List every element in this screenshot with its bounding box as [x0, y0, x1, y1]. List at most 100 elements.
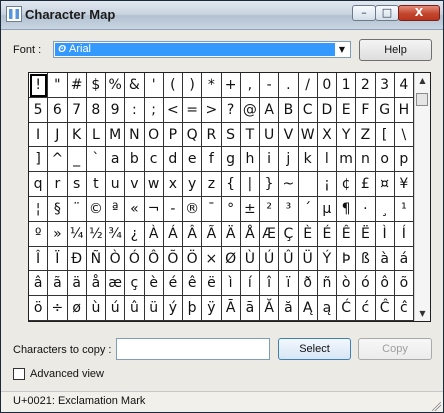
character-cell[interactable]: ^	[48, 147, 68, 173]
character-cell[interactable]: Z	[356, 122, 376, 148]
character-cell[interactable]: Ć	[337, 296, 357, 321]
character-cell[interactable]: ë	[202, 271, 222, 297]
character-cell[interactable]: p	[394, 147, 414, 173]
character-cell[interactable]: 2	[356, 73, 376, 98]
character-cell[interactable]: a	[106, 147, 126, 173]
character-cell[interactable]: t	[86, 172, 106, 197]
help-button[interactable]: Help	[359, 39, 432, 61]
character-cell[interactable]: 9	[106, 97, 126, 123]
character-cell[interactable]: Ą	[298, 296, 318, 321]
character-cell[interactable]: E	[337, 97, 357, 123]
character-cell[interactable]: ú	[106, 296, 126, 321]
character-cell[interactable]: -	[163, 196, 183, 222]
character-cell[interactable]: í	[240, 271, 260, 297]
character-cell[interactable]: C	[298, 97, 318, 123]
character-cell[interactable]: &	[125, 73, 145, 98]
character-cell[interactable]: s	[67, 172, 87, 197]
character-cell[interactable]: Ê	[337, 221, 357, 247]
character-cell[interactable]: i	[260, 147, 280, 173]
character-cell[interactable]: b	[125, 147, 145, 173]
character-cell[interactable]: J	[48, 122, 68, 148]
character-cell[interactable]: È	[298, 221, 318, 247]
character-cell[interactable]: 4	[394, 73, 414, 98]
character-cell[interactable]: á	[394, 246, 414, 272]
character-cell[interactable]: [	[375, 122, 395, 148]
character-cell[interactable]: Ò	[106, 246, 126, 272]
character-cell[interactable]: æ	[106, 271, 126, 297]
character-cell[interactable]: _	[67, 147, 87, 173]
character-cell[interactable]: Å	[240, 221, 260, 247]
character-cell[interactable]: m	[337, 147, 357, 173]
character-cell[interactable]: Ö	[183, 246, 203, 272]
character-cell[interactable]: Ù	[240, 246, 260, 272]
character-cell[interactable]: !	[29, 73, 49, 98]
character-cell[interactable]: <	[163, 97, 183, 123]
character-cell[interactable]: |	[240, 172, 260, 197]
character-cell[interactable]: W	[298, 122, 318, 148]
character-cell[interactable]: ±	[240, 196, 260, 222]
character-cell[interactable]: ¡	[317, 172, 337, 197]
character-cell[interactable]: ù	[86, 296, 106, 321]
character-cell[interactable]: Ĉ	[375, 296, 395, 321]
character-cell[interactable]: Q	[183, 122, 203, 148]
character-cell[interactable]: É	[317, 221, 337, 247]
character-cell[interactable]: l	[317, 147, 337, 173]
character-cell[interactable]: =	[183, 97, 203, 123]
character-cell[interactable]: ê	[183, 271, 203, 297]
character-cell[interactable]: ö	[29, 296, 49, 321]
character-cell[interactable]: Þ	[337, 246, 357, 272]
character-cell[interactable]: ª	[106, 196, 126, 222]
character-cell[interactable]: ½	[86, 221, 106, 247]
select-button[interactable]: Select	[278, 338, 351, 360]
character-cell[interactable]: ,	[240, 73, 260, 98]
character-cell[interactable]: ß	[356, 246, 376, 272]
character-cell[interactable]: ÿ	[202, 296, 222, 321]
character-cell[interactable]: X	[317, 122, 337, 148]
character-cell[interactable]: ¾	[106, 221, 126, 247]
character-cell[interactable]: ¿	[125, 221, 145, 247]
character-cell[interactable]: S	[221, 122, 241, 148]
character-cell[interactable]: 8	[86, 97, 106, 123]
character-cell[interactable]: >	[202, 97, 222, 123]
character-cell[interactable]: /	[298, 73, 318, 98]
character-cell[interactable]: ð	[298, 271, 318, 297]
character-cell[interactable]: µ	[317, 196, 337, 222]
character-cell[interactable]: H	[394, 97, 414, 123]
character-cell[interactable]: ý	[163, 296, 183, 321]
character-cell[interactable]: ;	[144, 97, 164, 123]
character-cell[interactable]: +	[221, 73, 241, 98]
character-cell[interactable]: .	[279, 73, 299, 98]
character-cell[interactable]: Ă	[260, 296, 280, 321]
character-cell[interactable]: R	[202, 122, 222, 148]
character-cell[interactable]: ©	[86, 196, 106, 222]
character-cell[interactable]: q	[29, 172, 49, 197]
character-cell[interactable]: e	[183, 147, 203, 173]
character-cell[interactable]: %	[106, 73, 126, 98]
character-cell[interactable]: -	[260, 73, 280, 98]
character-cell[interactable]: ô	[375, 271, 395, 297]
character-cell[interactable]: )	[183, 73, 203, 98]
characters-to-copy-field[interactable]	[116, 338, 270, 360]
character-cell[interactable]: ¢	[337, 172, 357, 197]
character-cell[interactable]: 5	[29, 97, 49, 123]
character-cell[interactable]: Ä	[221, 221, 241, 247]
character-cell[interactable]: (	[163, 73, 183, 98]
character-cell[interactable]: Y	[337, 122, 357, 148]
character-cell[interactable]: Ý	[317, 246, 337, 272]
character-cell[interactable]: d	[163, 147, 183, 173]
character-cell[interactable]: ³	[279, 196, 299, 222]
character-cell[interactable]: 1	[337, 73, 357, 98]
character-cell[interactable]: O	[144, 122, 164, 148]
character-cell[interactable]: 7	[67, 97, 87, 123]
character-cell[interactable]: h	[240, 147, 260, 173]
character-cell[interactable]: £	[356, 172, 376, 197]
character-cell[interactable]: å	[86, 271, 106, 297]
character-cell[interactable]: ]	[29, 147, 49, 173]
character-cell[interactable]: ï	[279, 271, 299, 297]
character-cell[interactable]: ç	[125, 271, 145, 297]
character-cell[interactable]: ă	[279, 296, 299, 321]
character-cell[interactable]: {	[221, 172, 241, 197]
character-cell[interactable]: é	[163, 271, 183, 297]
dropdown-arrow-icon[interactable]: ▼	[335, 43, 349, 56]
character-cell[interactable]: Ì	[375, 221, 395, 247]
